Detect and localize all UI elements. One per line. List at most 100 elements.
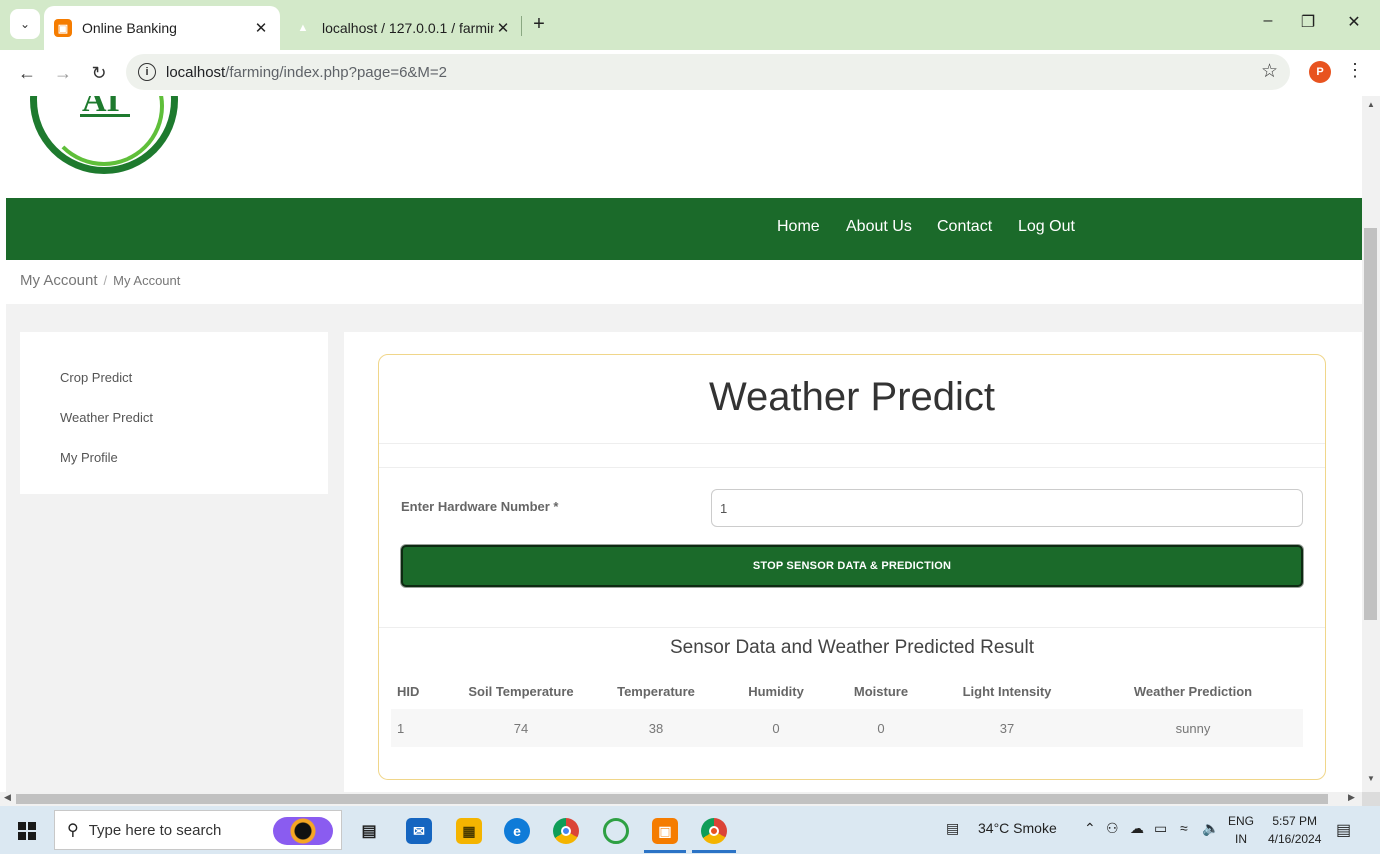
site-info-icon[interactable]: i [138,63,156,81]
results-title: Sensor Data and Weather Predicted Result [669,637,1034,658]
url-path: /farming/index.php?page=6&M=2 [225,63,448,81]
results-table: HID Soil Temperature Temperature Humidit… [391,673,1303,747]
taskbar-search[interactable]: ⚲ Type here to search [54,810,342,850]
table-header-row: HID Soil Temperature Temperature Humidit… [391,673,1303,709]
browser-tabstrip: ⌄ ▣ Online Banking ✕ ▲ localhost / 127.0… [0,0,1380,50]
site-nav: Home About Us Contact Log Out [6,198,1362,260]
url-host: localhost [166,63,226,81]
cloud-off-icon[interactable]: ☁ [1130,820,1144,837]
breadcrumb-root[interactable]: My Account [20,272,98,289]
app-ring-icon[interactable] [603,818,629,844]
weather-predict-card: Weather Predict Enter Hardware Number * … [378,354,1326,780]
active-app-indicator [692,850,736,853]
xampp-taskbar-icon[interactable]: ▣ [652,818,678,844]
address-bar[interactable]: i localhost/farming/index.php?page=6&M=2… [126,54,1290,90]
chrome-icon[interactable] [553,818,579,844]
cell-soil-temperature: 74 [451,709,591,747]
weather-widget-text[interactable]: 34°C Smoke [978,820,1057,836]
file-explorer-icon[interactable]: ▦ [456,818,482,844]
tab-title: localhost / 127.0.0.1 / farming / [322,20,494,36]
page-viewport: AI Home About Us Contact Log Out My Acco… [0,96,1362,792]
browser-toolbar: ← → ↻ i localhost/farming/index.php?page… [0,50,1380,96]
sidebar-item-weather-predict[interactable]: Weather Predict [60,410,153,425]
volume-icon[interactable]: 🔈 [1202,820,1219,837]
close-icon[interactable]: ✕ [494,19,512,37]
chrome-profile-icon[interactable] [701,818,727,844]
browser-tab-online-banking[interactable]: ▣ Online Banking ✕ [44,6,280,50]
cell-moisture: 0 [831,709,931,747]
col-humidity: Humidity [748,683,804,699]
tray-expand-chevron-icon[interactable]: ⌃ [1084,820,1096,837]
scroll-right-icon[interactable]: ▶ [1348,792,1355,803]
nav-logout-link[interactable]: Log Out [1018,218,1075,236]
breadcrumb: My Account / My Account [20,272,180,289]
bookmark-star-icon[interactable]: ☆ [1261,60,1278,83]
table-row: 1 74 38 0 0 37 sunny [391,709,1303,747]
divider [379,467,1325,468]
stop-sensor-prediction-button[interactable]: STOP SENSOR DATA & PREDICTION [401,545,1303,587]
page-title: Weather Predict [708,375,996,419]
reload-icon[interactable]: ↻ [86,60,112,86]
search-icon: ⚲ [67,822,79,839]
xampp-icon: ▣ [54,19,72,37]
cell-humidity: 0 [721,709,831,747]
clock-time: 5:57 PM [1272,814,1318,828]
window-close-icon[interactable]: ✕ [1342,12,1366,36]
col-weather-prediction: Weather Prediction [1133,683,1253,699]
divider [379,443,1325,444]
kebab-menu-icon[interactable]: ⋮ [1346,60,1364,81]
minimize-icon[interactable]: – [1256,12,1280,36]
scroll-corner [1362,792,1380,806]
col-temperature: Temperature [617,683,695,699]
weather-widget-icon[interactable]: ▤ [946,820,959,837]
mail-icon[interactable]: ✉ [406,818,432,844]
profile-avatar[interactable]: P [1309,61,1331,83]
scroll-down-icon[interactable]: ▼ [1362,774,1380,783]
vertical-scroll-thumb[interactable] [1364,228,1377,620]
horizontal-scrollbar[interactable]: ◀ ▶ [0,792,1362,806]
scroll-left-icon[interactable]: ◀ [4,792,11,803]
wifi-icon[interactable]: ≈ [1180,820,1188,836]
nav-home-link[interactable]: Home [777,218,820,236]
task-view-icon[interactable]: ▤ [356,818,382,844]
taskbar-clock[interactable]: 5:57 PM 4/16/2024 [1268,812,1321,848]
hardware-number-input[interactable] [711,489,1303,527]
new-tab-plus-icon[interactable]: + [528,13,550,35]
vertical-scrollbar[interactable]: ▲ ▼ [1362,96,1380,792]
taskbar-search-placeholder: Type here to search [88,821,222,839]
hardware-number-label: Enter Hardware Number * [401,499,559,514]
restore-icon[interactable]: ❐ [1296,12,1320,36]
breadcrumb-current: My Account [113,273,181,288]
site-logo-underline [80,114,130,117]
sidebar-item-my-profile[interactable]: My Profile [60,450,118,465]
edge-icon[interactable]: e [504,818,530,844]
horizontal-scroll-thumb[interactable] [16,794,1328,804]
clock-date: 4/16/2024 [1268,832,1322,846]
cell-weather-prediction: sunny [1083,709,1303,747]
region-code: IN [1235,832,1247,846]
language-indicator[interactable]: ENG IN [1228,812,1254,848]
notification-center-icon[interactable]: ▤ [1336,820,1351,840]
cell-hid: 1 [391,709,451,747]
tab-separator [521,16,522,36]
forward-arrow-icon[interactable]: → [50,60,76,86]
divider [379,627,1325,628]
nav-about-link[interactable]: About Us [846,218,912,236]
close-icon[interactable]: ✕ [252,19,270,37]
back-arrow-icon[interactable]: ← [14,60,40,86]
col-hid: HID [397,683,420,699]
browser-tab-phpmyadmin[interactable]: ▲ localhost / 127.0.0.1 / farming / ✕ [284,6,522,50]
cell-temperature: 38 [591,709,721,747]
language-code: ENG [1228,814,1255,828]
sidebar-item-crop-predict[interactable]: Crop Predict [60,370,132,385]
cell-light-intensity: 37 [931,709,1083,747]
battery-icon[interactable]: ▭ [1154,820,1167,837]
meet-now-icon[interactable]: ⚇ [1106,820,1119,837]
phpmyadmin-icon: ▲ [297,22,309,34]
col-light-intensity: Light Intensity [962,683,1052,699]
windows-start-icon[interactable] [18,822,36,840]
tab-search-chevron-icon[interactable]: ⌄ [10,9,40,39]
scroll-up-icon[interactable]: ▲ [1362,100,1380,109]
eclipse-search-highlight-icon[interactable] [273,817,333,845]
nav-contact-link[interactable]: Contact [937,218,992,236]
